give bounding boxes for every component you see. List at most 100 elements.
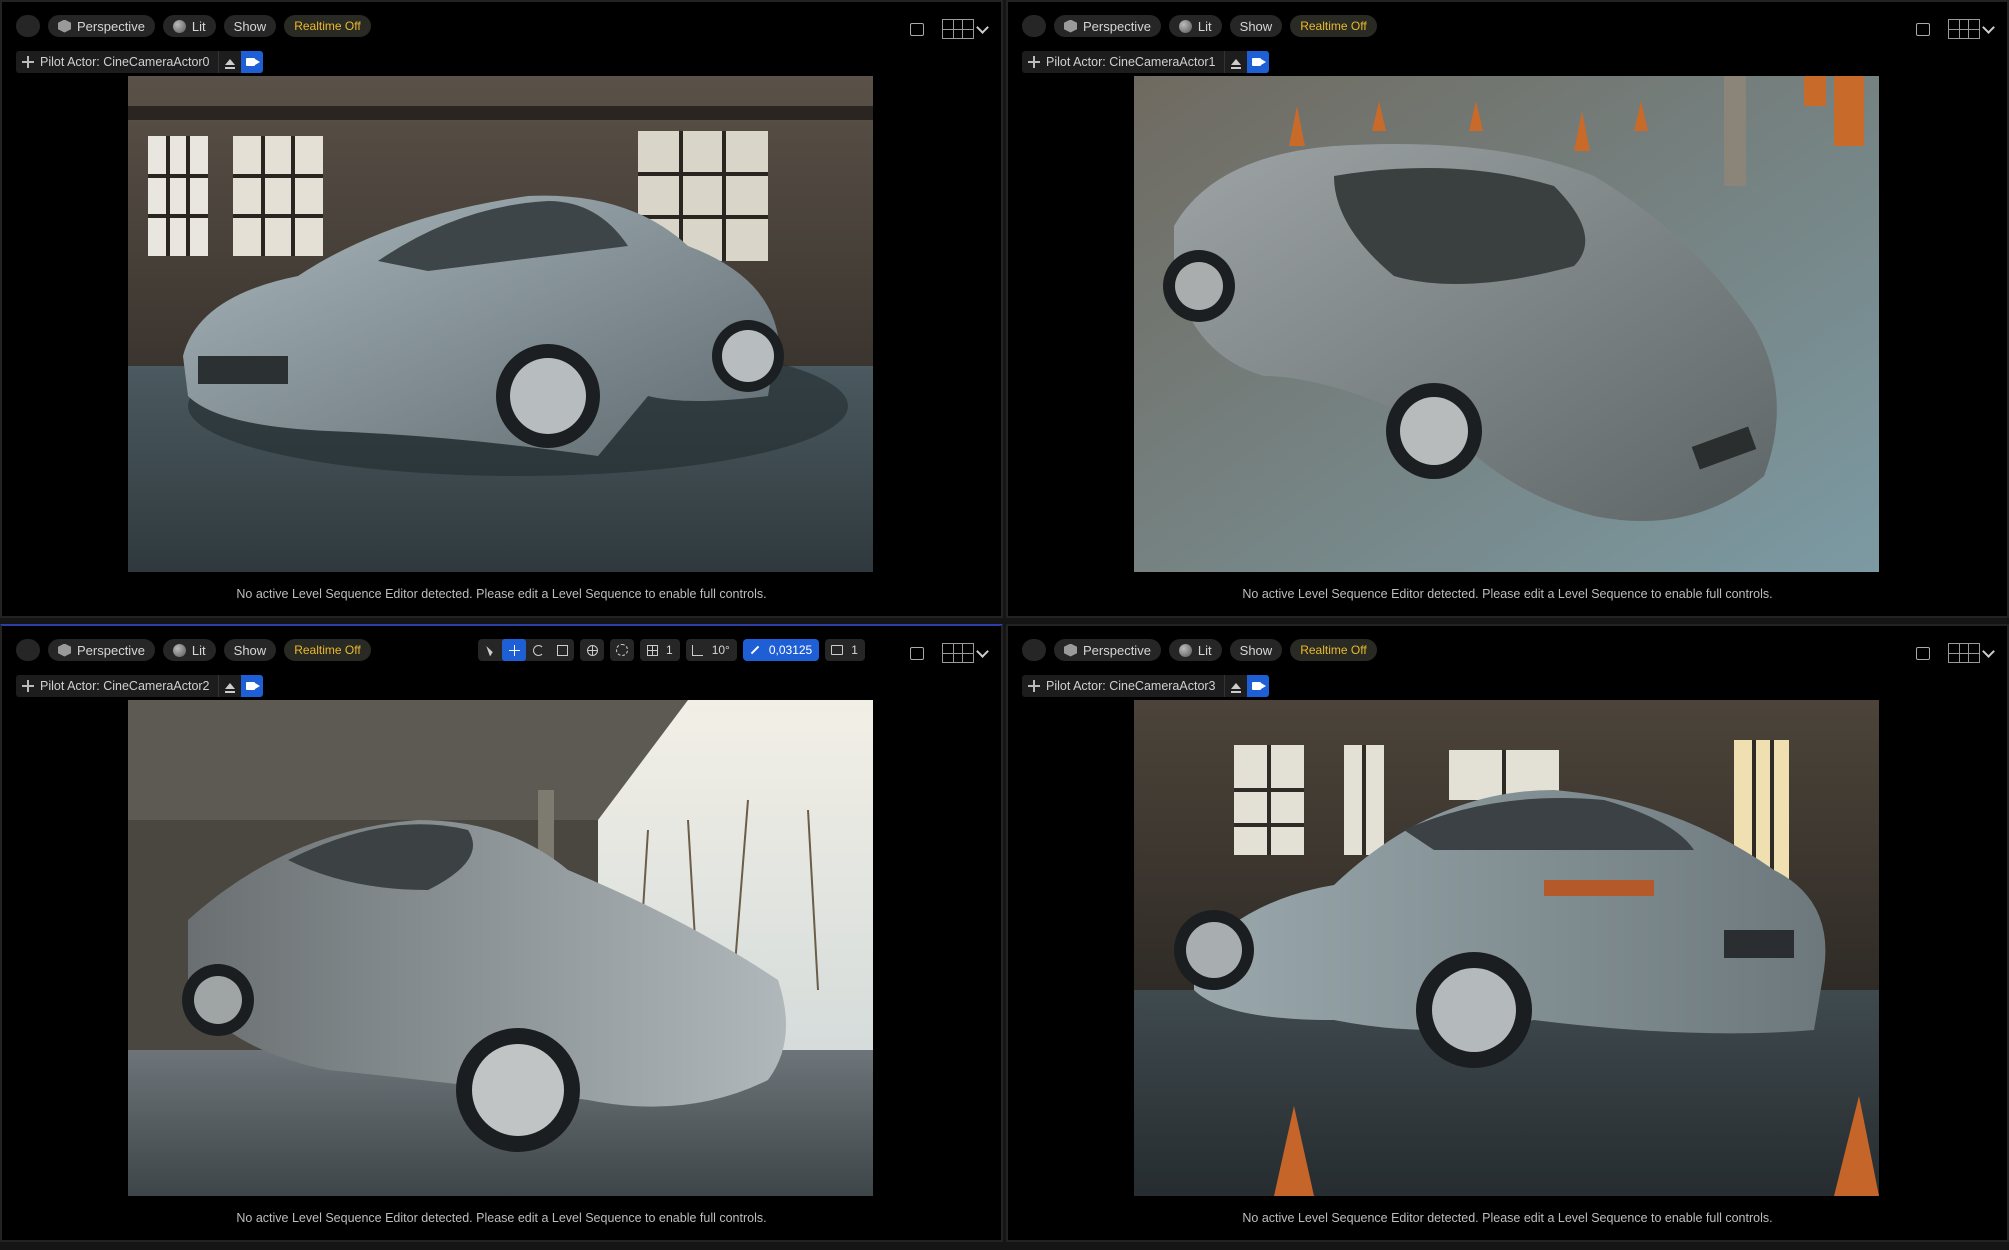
lighting-label: Lit	[191, 18, 206, 34]
grid-snap-button[interactable]: 1	[640, 639, 680, 661]
eject-pilot-button[interactable]	[217, 675, 241, 697]
view-mode-button[interactable]: Perspective	[1054, 15, 1161, 37]
realtime-toggle[interactable]: Realtime Off	[284, 15, 371, 37]
pilot-actor-text: Pilot Actor: CineCameraActor0	[40, 55, 210, 69]
sequence-editor-message: No active Level Sequence Editor detected…	[236, 1211, 767, 1225]
video-camera-icon	[245, 58, 260, 66]
scale-mode-button[interactable]	[550, 639, 574, 661]
show-button[interactable]: Show	[1229, 639, 1283, 661]
hamburger-icon	[1028, 21, 1040, 31]
globe-icon	[586, 644, 598, 656]
move-icon	[508, 644, 520, 656]
show-label: Show	[233, 642, 267, 658]
lighting-label: Lit	[1197, 18, 1212, 34]
viewport-0[interactable]: Perspective Lit Show Realtime Off Pilot …	[0, 0, 1003, 618]
lit-sphere-icon	[172, 643, 186, 657]
camera-lock-button[interactable]	[240, 51, 263, 73]
show-button[interactable]: Show	[223, 639, 277, 661]
maximize-viewport-button[interactable]	[1916, 646, 1930, 660]
pilot-actor-label: Pilot Actor: CineCameraActor0	[16, 55, 218, 69]
layout-grid-icon	[1948, 643, 1980, 663]
viewport-layout-button[interactable]	[1948, 643, 1995, 663]
transform-toolbar: 1 10° 0,03125 1	[478, 638, 865, 662]
lighting-mode-button[interactable]: Lit	[162, 639, 216, 661]
viewport-toolbar: Perspective Lit Show Realtime Off	[16, 638, 371, 662]
rotate-mode-button[interactable]	[526, 639, 550, 661]
angle-icon	[692, 644, 704, 656]
camera-render-view[interactable]	[128, 76, 873, 572]
eject-icon	[1230, 59, 1241, 69]
pilot-actor-text: Pilot Actor: CineCameraActor1	[1046, 55, 1216, 69]
pilot-actor-bar: Pilot Actor: CineCameraActor3	[1022, 675, 1269, 697]
grid-snap-icon	[646, 644, 658, 656]
cube-icon	[1064, 19, 1077, 33]
maximize-viewport-button[interactable]	[910, 646, 924, 660]
rotate-icon	[532, 644, 544, 656]
show-button[interactable]: Show	[223, 15, 277, 37]
render-image-cam0	[128, 76, 873, 572]
camera-render-view[interactable]	[1134, 76, 1879, 572]
scale-snap-icon	[750, 645, 760, 655]
maximize-viewport-button[interactable]	[1916, 22, 1930, 36]
view-mode-button[interactable]: Perspective	[48, 15, 155, 37]
camera-lock-button[interactable]	[240, 675, 263, 697]
viewport-right-controls	[910, 638, 989, 668]
lit-sphere-icon	[1178, 643, 1192, 657]
eject-pilot-button[interactable]	[1223, 675, 1247, 697]
viewport-menu-button[interactable]	[16, 15, 40, 37]
scale-snap-button[interactable]: 0,03125	[742, 639, 820, 661]
camera-speed-button[interactable]: 1	[825, 639, 865, 661]
hamburger-icon	[1028, 645, 1040, 655]
view-mode-label: Perspective	[1083, 642, 1151, 658]
coordinate-space-button[interactable]	[580, 639, 604, 661]
camera-lock-button[interactable]	[1246, 51, 1269, 73]
lighting-mode-button[interactable]: Lit	[1168, 15, 1222, 37]
camera-speed-value: 1	[851, 643, 858, 657]
layout-grid-icon	[1948, 19, 1980, 39]
realtime-toggle[interactable]: Realtime Off	[284, 639, 371, 661]
camera-lock-button[interactable]	[1246, 675, 1269, 697]
viewport-3[interactable]: Perspective Lit Show Realtime Off Pilot …	[1006, 624, 2009, 1242]
viewport-layout-button[interactable]	[942, 19, 989, 39]
rotation-snap-button[interactable]: 10°	[685, 639, 737, 661]
pilot-icon	[1028, 56, 1040, 68]
render-image-cam2	[128, 700, 873, 1196]
view-mode-button[interactable]: Perspective	[1054, 639, 1161, 661]
viewport-toolbar: Perspective Lit Show Realtime Off	[1022, 14, 1377, 38]
sequence-editor-message: No active Level Sequence Editor detected…	[1242, 587, 1773, 601]
hamburger-icon	[22, 21, 34, 31]
viewport-1[interactable]: Perspective Lit Show Realtime Off Pilot …	[1006, 0, 2009, 618]
viewport-menu-button[interactable]	[1022, 15, 1046, 37]
translate-mode-button[interactable]	[502, 639, 526, 661]
realtime-toggle[interactable]: Realtime Off	[1290, 15, 1377, 37]
maximize-viewport-button[interactable]	[910, 22, 924, 36]
viewport-right-controls	[1916, 638, 1995, 668]
viewport-menu-button[interactable]	[16, 639, 40, 661]
pilot-actor-bar: Pilot Actor: CineCameraActor0	[16, 51, 263, 73]
viewport-toolbar: Perspective Lit Show Realtime Off	[1022, 638, 1377, 662]
camera-render-view[interactable]	[128, 700, 873, 1196]
realtime-toggle[interactable]: Realtime Off	[1290, 639, 1377, 661]
hamburger-icon	[22, 645, 34, 655]
render-image-cam3	[1134, 700, 1879, 1196]
viewport-layout-button[interactable]	[942, 643, 989, 663]
chevron-down-icon	[976, 20, 989, 34]
eject-icon	[224, 683, 235, 693]
show-button[interactable]: Show	[1229, 15, 1283, 37]
view-mode-button[interactable]: Perspective	[48, 639, 155, 661]
pilot-actor-bar: Pilot Actor: CineCameraActor2	[16, 675, 263, 697]
camera-render-view[interactable]	[1134, 700, 1879, 1196]
lighting-mode-button[interactable]: Lit	[162, 15, 216, 37]
eject-pilot-button[interactable]	[1223, 51, 1247, 73]
viewport-2[interactable]: Perspective Lit Show Realtime Off 1 10° …	[0, 624, 1003, 1242]
sequence-editor-message: No active Level Sequence Editor detected…	[236, 587, 767, 601]
chevron-down-icon	[976, 644, 989, 658]
render-image-cam1	[1134, 76, 1879, 572]
lit-sphere-icon	[172, 19, 186, 33]
select-mode-button[interactable]	[478, 639, 502, 661]
viewport-layout-button[interactable]	[1948, 19, 1995, 39]
eject-pilot-button[interactable]	[217, 51, 241, 73]
surface-snap-button[interactable]	[610, 639, 634, 661]
viewport-menu-button[interactable]	[1022, 639, 1046, 661]
lighting-mode-button[interactable]: Lit	[1168, 639, 1222, 661]
